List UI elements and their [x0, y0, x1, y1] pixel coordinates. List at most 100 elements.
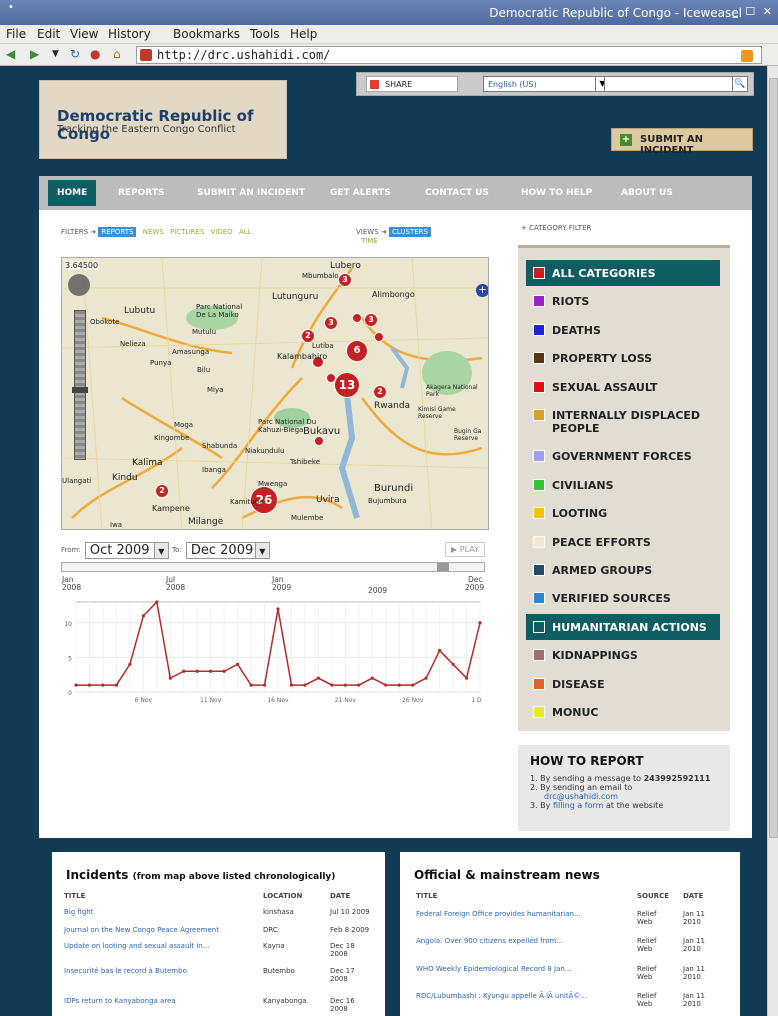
- address-bar[interactable]: http://drc.ushahidi.com/: [136, 46, 762, 64]
- map-marker[interactable]: [352, 313, 362, 323]
- category-item[interactable]: LOOTING: [526, 500, 720, 526]
- rss-feed-icon[interactable]: [741, 50, 753, 62]
- news-title-link[interactable]: Federal Foreign Office provides humanita…: [416, 910, 581, 918]
- chevron-down-icon[interactable]: ▼: [255, 542, 270, 559]
- map-cluster[interactable]: 6: [346, 340, 368, 362]
- back-icon[interactable]: ◀: [6, 47, 15, 61]
- window-controls[interactable]: _ ☐ ✕: [732, 5, 774, 18]
- filter-news[interactable]: NEWS: [143, 228, 164, 236]
- map-zoom-slider[interactable]: [74, 310, 86, 460]
- category-item[interactable]: KIDNAPPINGS: [526, 642, 720, 668]
- history-dropdown-icon[interactable]: ▼: [52, 49, 59, 59]
- menu-bookmarks[interactable]: Bookmarks: [173, 27, 240, 41]
- category-item[interactable]: ARMED GROUPS: [526, 557, 720, 583]
- map-cluster[interactable]: 3: [364, 313, 378, 327]
- nav-contact-us[interactable]: CONTACT US: [425, 188, 489, 198]
- category-item[interactable]: DISEASE: [526, 671, 720, 697]
- incident-link[interactable]: Big fight: [64, 908, 93, 916]
- map-marker[interactable]: [314, 436, 324, 446]
- nav-reports[interactable]: REPORTS: [118, 188, 164, 198]
- news-title-link[interactable]: WHO Weekly Epidemiological Record 8 Jan.…: [416, 965, 572, 973]
- category-item[interactable]: PEACE EFFORTS: [526, 529, 720, 555]
- map-cluster[interactable]: 13: [334, 372, 360, 398]
- category-item[interactable]: SEXUAL ASSAULT: [526, 374, 720, 400]
- nav-how-to-help[interactable]: HOW TO HELP: [521, 188, 592, 198]
- window-menu-icon[interactable]: •: [8, 2, 14, 13]
- news-link[interactable]: RDC/Lubumbashi : Kyungu appelle Ã lÃ uni…: [416, 992, 587, 1000]
- category-item[interactable]: RIOTS: [526, 288, 720, 314]
- view-time[interactable]: TIME: [361, 237, 378, 245]
- filter-video[interactable]: VIDEO: [211, 228, 233, 236]
- map-cluster[interactable]: 3: [338, 273, 352, 287]
- home-icon[interactable]: ⌂: [113, 47, 121, 61]
- menu-history[interactable]: History: [108, 27, 151, 41]
- nav-home[interactable]: HOME: [48, 180, 97, 206]
- report-email-link[interactable]: drc@ushahidi.com: [530, 792, 718, 801]
- share-button[interactable]: SHARE: [366, 76, 458, 92]
- category-item[interactable]: PROPERTY LOSS: [526, 345, 720, 371]
- category-item[interactable]: DEATHS: [526, 317, 720, 343]
- timeline-slider[interactable]: [61, 562, 485, 572]
- incident-link[interactable]: Journal on the New Congo Peace Agreement: [64, 926, 219, 934]
- nav-about-us[interactable]: ABOUT US: [621, 188, 673, 198]
- map-layer-plus-icon[interactable]: +: [476, 284, 488, 297]
- incident-map[interactable]: 3.64500 + 3 3 3 2 6 13 2 2 26 Lubero Mbu…: [61, 257, 489, 530]
- news-title-link[interactable]: RDC/Lubumbashi : Kyungu appelle Ã lÃ uni…: [416, 992, 587, 1000]
- forward-icon[interactable]: ▶: [30, 47, 39, 61]
- nav-submit-incident[interactable]: SUBMIT AN INCIDENT: [197, 188, 305, 198]
- chevron-down-icon[interactable]: ▼: [154, 542, 169, 559]
- category-item[interactable]: INTERNALLY DISPLACED PEOPLE: [526, 402, 720, 441]
- map-cluster[interactable]: 2: [301, 329, 315, 343]
- category-item[interactable]: ALL CATEGORIES: [526, 260, 720, 286]
- timeline-handle[interactable]: [437, 563, 449, 571]
- page-scrollbar[interactable]: [767, 66, 778, 1016]
- incident-title-link[interactable]: IDPs return to Kanyabonga area: [64, 997, 176, 1005]
- map-marker[interactable]: [374, 332, 384, 342]
- map-marker[interactable]: [326, 373, 336, 383]
- news-link[interactable]: Federal Foreign Office provides humanita…: [416, 910, 581, 918]
- menu-view[interactable]: View: [70, 27, 98, 41]
- stop-icon[interactable]: ●: [90, 47, 100, 61]
- menu-help[interactable]: Help: [290, 27, 317, 41]
- language-select[interactable]: English (US) ▼: [483, 76, 610, 92]
- map-cluster[interactable]: 2: [155, 484, 169, 498]
- category-item[interactable]: VERIFIED SOURCES: [526, 585, 720, 611]
- map-cluster[interactable]: 2: [373, 385, 387, 399]
- category-item[interactable]: MONUC: [526, 699, 720, 725]
- submit-incident-button[interactable]: + SUBMIT AN INCIDENT: [611, 128, 753, 156]
- play-button[interactable]: ▶ PLAY: [445, 542, 485, 557]
- filter-pictures[interactable]: PICTURES: [170, 228, 204, 236]
- incident-link[interactable]: IDPs return to Kanyabonga area: [64, 997, 176, 1005]
- filter-all[interactable]: ALL: [239, 228, 252, 236]
- incident-link[interactable]: Update on looting and sexual assault in.…: [64, 942, 209, 950]
- category-filter-heading[interactable]: + CATEGORY FILTER: [521, 224, 591, 232]
- scrollbar-thumb[interactable]: [769, 78, 778, 838]
- date-from-select[interactable]: Oct 2009: [84, 542, 155, 559]
- map-zoom-handle[interactable]: [72, 387, 88, 393]
- reload-icon[interactable]: ↻: [70, 47, 80, 61]
- menu-tools[interactable]: Tools: [250, 27, 280, 41]
- incident-link[interactable]: Insecurité bas le record à Butembo: [64, 967, 187, 975]
- category-item[interactable]: CIVILIANS: [526, 472, 720, 498]
- map-pan-control-icon[interactable]: [68, 274, 90, 296]
- incident-title-link[interactable]: Big fight: [64, 908, 93, 916]
- menu-file[interactable]: File: [6, 27, 26, 41]
- menu-edit[interactable]: Edit: [37, 27, 60, 41]
- view-clusters[interactable]: CLUSTERS: [388, 227, 431, 237]
- category-item[interactable]: HUMANITARIAN ACTIONS: [526, 613, 720, 640]
- news-link[interactable]: WHO Weekly Epidemiological Record 8 Jan.…: [416, 965, 572, 973]
- incident-title-link[interactable]: Journal on the New Congo Peace Agreement: [64, 926, 219, 934]
- incident-title-link[interactable]: Insecurité bas le record à Butembo: [64, 967, 187, 975]
- form-link[interactable]: filling a form: [553, 801, 604, 810]
- filter-reports[interactable]: REPORTS: [98, 227, 137, 237]
- search-icon[interactable]: 🔍: [732, 77, 747, 91]
- category-item[interactable]: GOVERNMENT FORCES: [526, 443, 720, 469]
- news-link[interactable]: Angola: Over 900 citizens expelled from.…: [416, 937, 563, 945]
- email-link[interactable]: drc@ushahidi.com: [544, 792, 618, 801]
- date-to-select[interactable]: Dec 2009: [185, 542, 256, 559]
- map-cluster[interactable]: 3: [324, 316, 338, 330]
- nav-get-alerts[interactable]: GET ALERTS: [330, 188, 391, 198]
- search-input[interactable]: 🔍: [604, 76, 748, 92]
- news-title-link[interactable]: Angola: Over 900 citizens expelled from.…: [416, 937, 563, 945]
- incident-title-link[interactable]: Update on looting and sexual assault in.…: [64, 942, 209, 950]
